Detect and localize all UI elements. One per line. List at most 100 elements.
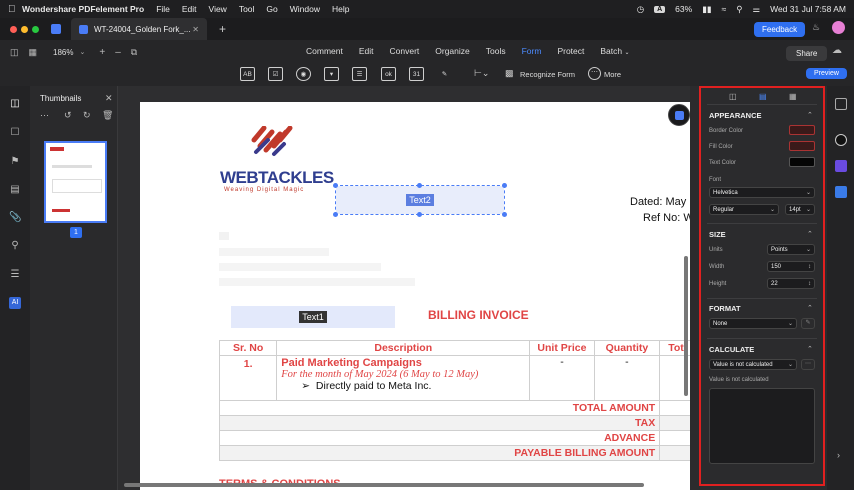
comment-panel-icon[interactable]: ☐	[9, 127, 21, 139]
minimize-window-button[interactable]	[21, 25, 28, 33]
nav-organize[interactable]: Organize	[435, 46, 470, 56]
date-field-tool-icon[interactable]: 31	[409, 67, 424, 81]
ai-assistant-icon[interactable]: AI	[9, 297, 21, 309]
width-stepper[interactable]: 150 ↕	[767, 261, 815, 272]
rotate-left-icon[interactable]: ↺	[64, 110, 72, 121]
resize-handle[interactable]	[417, 212, 422, 217]
edit-format-icon[interactable]: ✎	[801, 318, 815, 329]
calculate-textarea[interactable]	[709, 388, 815, 464]
clock-restore-icon[interactable]: ◷	[637, 4, 644, 15]
new-tab-icon[interactable]: +	[219, 22, 226, 36]
format-select[interactable]: None ⌄	[709, 318, 797, 329]
thumbnail-panel-icon[interactable]: ◫	[9, 98, 21, 110]
nav-tools[interactable]: Tools	[486, 46, 506, 56]
font-size-select[interactable]: 14pt ⌄	[785, 204, 815, 215]
horizontal-scrollbar[interactable]	[124, 483, 644, 487]
text2-form-field[interactable]: Text2	[335, 185, 505, 215]
recognize-form-icon[interactable]: ▩	[505, 68, 514, 79]
button-tool-icon[interactable]: ok	[381, 67, 396, 81]
nav-protect[interactable]: Protect	[557, 46, 584, 56]
zoom-in-icon[interactable]: +	[99, 47, 105, 58]
nav-convert[interactable]: Convert	[390, 46, 420, 56]
rotate-page-icon[interactable]: ⧉	[131, 47, 137, 58]
chevron-down-icon[interactable]: ⌄	[80, 48, 86, 56]
resize-handle[interactable]	[417, 183, 422, 188]
chevron-up-icon[interactable]: ⌃	[807, 230, 813, 238]
bookmark-icon[interactable]: ⚑	[9, 156, 21, 168]
sidebar-toggle-icon[interactable]: ◫	[10, 47, 19, 58]
apple-icon[interactable]: 	[8, 4, 22, 15]
ai-chat-icon[interactable]	[835, 134, 847, 146]
trash-icon[interactable]: 🗑	[102, 110, 113, 121]
search-panel-icon[interactable]: ⚲	[9, 240, 21, 252]
calculate-options-icon[interactable]: ⋯	[801, 359, 815, 370]
share-button[interactable]: Share	[786, 46, 828, 61]
close-tab-icon[interactable]: ✕	[192, 25, 199, 34]
document-tab[interactable]: WT-24004_Golden Fork_... ✕	[71, 18, 207, 40]
wifi-icon[interactable]: ≈	[722, 4, 727, 14]
fill-color-picker[interactable]	[789, 141, 815, 151]
recognize-form-button[interactable]: Recognize Form	[520, 70, 575, 79]
close-window-button[interactable]	[10, 25, 17, 33]
menu-tool[interactable]: Tool	[239, 4, 255, 14]
signature-tool-icon[interactable]: ✎	[437, 67, 452, 81]
menu-view[interactable]: View	[209, 4, 227, 14]
height-stepper[interactable]: 22 ↕	[767, 278, 815, 289]
attachment-icon[interactable]: 📎	[9, 212, 21, 224]
menu-edit[interactable]: Edit	[182, 4, 197, 14]
zoom-out-icon[interactable]: –	[115, 47, 121, 58]
properties-panel-icon[interactable]	[835, 98, 847, 110]
text-color-picker[interactable]	[789, 157, 815, 167]
close-icon[interactable]: ✕	[105, 93, 113, 104]
chevron-up-icon[interactable]: ⌃	[807, 111, 813, 119]
nav-batch[interactable]: Batch ⌄	[600, 46, 629, 56]
checkbox-tool-icon[interactable]: ☑	[268, 67, 283, 81]
properties-tab-icon[interactable]: ▤	[759, 92, 767, 101]
battery-percent[interactable]: 63%	[675, 4, 692, 14]
view-mode-icon[interactable]: ▦	[29, 47, 38, 58]
control-center-icon[interactable]: ⚌	[752, 4, 760, 15]
app-home-icon[interactable]	[51, 24, 61, 34]
menu-clock[interactable]: Wed 31 Jul 7:58 AM	[770, 4, 846, 14]
more-options-icon[interactable]: ⋯	[40, 110, 49, 121]
menu-file[interactable]: File	[156, 4, 170, 14]
resize-handle[interactable]	[333, 183, 338, 188]
bell-icon[interactable]: ♨	[812, 22, 820, 33]
menu-go[interactable]: Go	[266, 4, 277, 14]
app-name[interactable]: Wondershare PDFelement Pro	[22, 4, 144, 14]
cloud-upload-icon[interactable]: ☁	[832, 45, 842, 56]
search-icon[interactable]: ⚲	[736, 4, 742, 15]
layers-icon[interactable]: ☰	[9, 269, 21, 281]
align-tool-icon[interactable]: ⊢⌄	[474, 68, 489, 79]
chevron-right-icon[interactable]: ›	[837, 450, 840, 460]
menu-window[interactable]: Window	[290, 4, 320, 14]
form-list-tab-icon[interactable]: ◫	[729, 92, 737, 101]
resize-handle[interactable]	[333, 212, 338, 217]
border-color-picker[interactable]	[789, 125, 815, 135]
page-thumbnail[interactable]	[44, 141, 107, 223]
font-family-select[interactable]: Helvetica ⌄	[709, 187, 815, 198]
units-select[interactable]: Points ⌄	[767, 244, 815, 255]
zoom-level[interactable]: 186%	[53, 48, 73, 57]
menu-help[interactable]: Help	[332, 4, 349, 14]
zoom-window-button[interactable]	[32, 25, 39, 33]
resize-handle[interactable]	[502, 183, 507, 188]
input-source-indicator[interactable]: A	[654, 5, 666, 13]
resize-handle[interactable]	[502, 212, 507, 217]
ai-check-icon[interactable]	[835, 160, 847, 172]
text-field-tool-icon[interactable]: AB	[240, 67, 255, 81]
nav-form[interactable]: Form	[522, 46, 542, 56]
nav-edit[interactable]: Edit	[359, 46, 374, 56]
font-style-select[interactable]: Regular ⌄	[709, 204, 779, 215]
rotate-right-icon[interactable]: ↻	[83, 110, 91, 121]
translate-icon[interactable]	[835, 186, 847, 198]
form-fields-icon[interactable]: ▤	[9, 184, 21, 196]
calculate-select[interactable]: Value is not calculated ⌄	[709, 359, 797, 370]
list-box-tool-icon[interactable]: ☰	[352, 67, 367, 81]
calendar-tab-icon[interactable]: ▦	[789, 92, 797, 101]
nav-comment[interactable]: Comment	[306, 46, 343, 56]
radio-button-tool-icon[interactable]: ◉	[296, 67, 311, 81]
avatar[interactable]	[832, 21, 845, 34]
chevron-up-icon[interactable]: ⌃	[807, 304, 813, 312]
feedback-button[interactable]: Feedback	[754, 22, 806, 37]
